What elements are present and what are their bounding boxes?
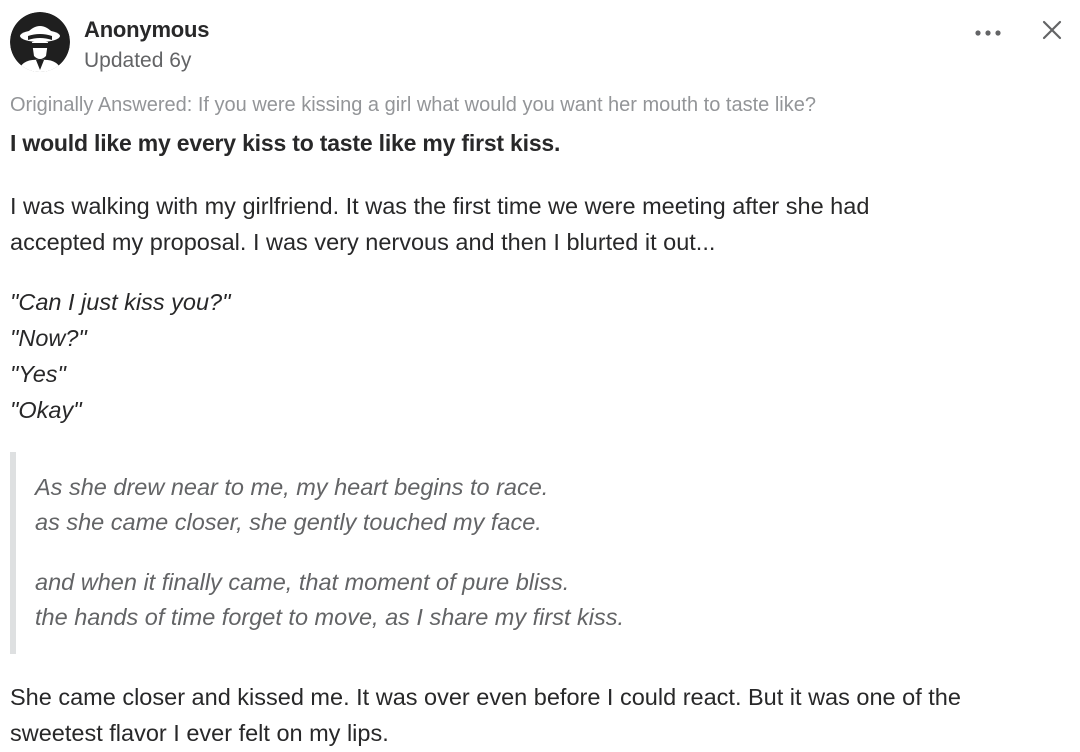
dialog-line: "Now?" <box>10 325 87 351</box>
poem-blockquote: As she drew near to me, my heart begins … <box>10 452 1016 654</box>
dialog-lines: "Can I just kiss you?" "Now?" "Yes" "Oka… <box>10 284 230 428</box>
dialog-line: "Can I just kiss you?" <box>10 289 231 315</box>
paragraph-1-line-2: accepted my proposal. I was very nervous… <box>10 229 716 255</box>
poem-line-3: and when it finally came, that moment of… <box>35 569 570 595</box>
anonymous-avatar-icon[interactable] <box>10 12 70 72</box>
dialog-line: "Okay" <box>10 397 82 423</box>
answer-paragraph-2: She came closer and kissed me. It was ov… <box>10 679 1070 751</box>
updated-timestamp[interactable]: Updated 6y <box>84 49 191 73</box>
paragraph-2-line-1: She came closer and kissed me. It was ov… <box>10 684 961 710</box>
poem-line-2: as she came closer, she gently touched m… <box>35 509 542 535</box>
paragraph-2-line-2: sweetest flavor I ever felt on my lips. <box>10 720 389 746</box>
poem-line-4: the hands of time forget to move, as I s… <box>35 604 625 630</box>
author-name[interactable]: Anonymous <box>84 17 210 43</box>
poem-line-1: As she drew near to me, my heart begins … <box>35 474 549 500</box>
answer-paragraph-1: I was walking with my girlfriend. It was… <box>10 188 1070 260</box>
more-options-icon[interactable] <box>970 18 1006 48</box>
close-icon[interactable] <box>1038 16 1066 44</box>
originally-answered-question[interactable]: Originally Answered: If you were kissing… <box>10 94 816 117</box>
answer-headline: I would like my every kiss to taste like… <box>10 130 561 156</box>
dialog-line: "Yes" <box>10 361 66 387</box>
paragraph-1-line-1: I was walking with my girlfriend. It was… <box>10 193 870 219</box>
answer-header: Anonymous Updated 6y <box>10 12 1070 74</box>
